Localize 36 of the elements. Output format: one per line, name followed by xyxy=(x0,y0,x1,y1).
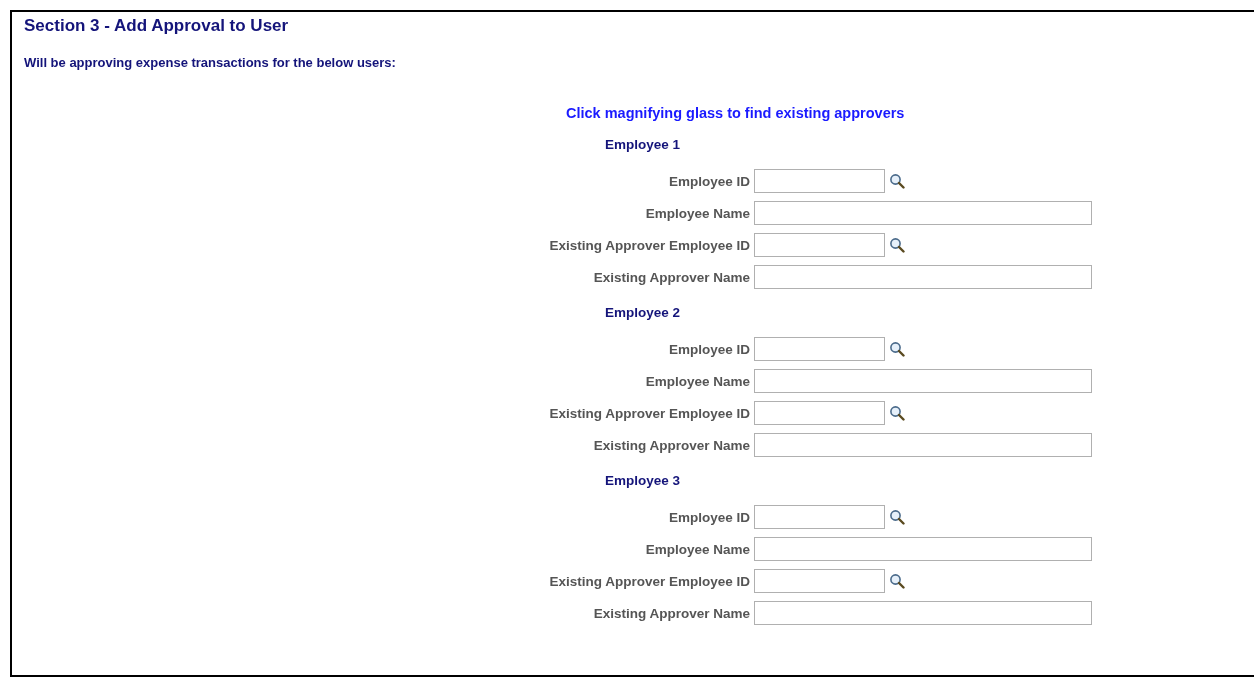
instruction-text: Click magnifying glass to find existing approvers xyxy=(566,105,906,121)
search-icon[interactable] xyxy=(889,509,905,525)
input-field[interactable] xyxy=(754,569,885,593)
section-title: Section 3 - Add Approval to User xyxy=(24,16,290,36)
employee-heading: Employee 2 xyxy=(605,305,682,320)
input-field[interactable] xyxy=(754,505,885,529)
employee-heading: Employee 3 xyxy=(605,473,682,488)
input-field[interactable] xyxy=(754,537,1092,561)
search-icon[interactable] xyxy=(889,405,905,421)
input-field[interactable] xyxy=(754,337,885,361)
input-field[interactable] xyxy=(754,265,1092,289)
field-label: Employee ID xyxy=(667,509,750,525)
search-icon[interactable] xyxy=(889,237,905,253)
field-label: Existing Approver Name xyxy=(592,437,750,453)
field-label: Existing Approver Employee ID xyxy=(548,573,750,589)
intro-text: Will be approving expense transactions for the below users: xyxy=(24,55,397,70)
input-field[interactable] xyxy=(754,369,1092,393)
field-label: Existing Approver Name xyxy=(592,269,750,285)
search-icon[interactable] xyxy=(889,573,905,589)
search-icon[interactable] xyxy=(889,173,905,189)
field-label: Employee ID xyxy=(667,341,750,357)
search-icon[interactable] xyxy=(889,341,905,357)
employee-heading: Employee 1 xyxy=(605,137,682,152)
field-label: Existing Approver Employee ID xyxy=(548,405,750,421)
input-field[interactable] xyxy=(754,169,885,193)
field-label: Employee Name xyxy=(644,205,750,221)
field-label: Employee Name xyxy=(644,541,750,557)
input-field[interactable] xyxy=(754,401,885,425)
input-field[interactable] xyxy=(754,201,1092,225)
field-label: Existing Approver Employee ID xyxy=(548,237,750,253)
input-field[interactable] xyxy=(754,233,885,257)
field-label: Employee ID xyxy=(667,173,750,189)
field-label: Employee Name xyxy=(644,373,750,389)
field-label: Existing Approver Name xyxy=(592,605,750,621)
input-field[interactable] xyxy=(754,433,1092,457)
input-field[interactable] xyxy=(754,601,1092,625)
